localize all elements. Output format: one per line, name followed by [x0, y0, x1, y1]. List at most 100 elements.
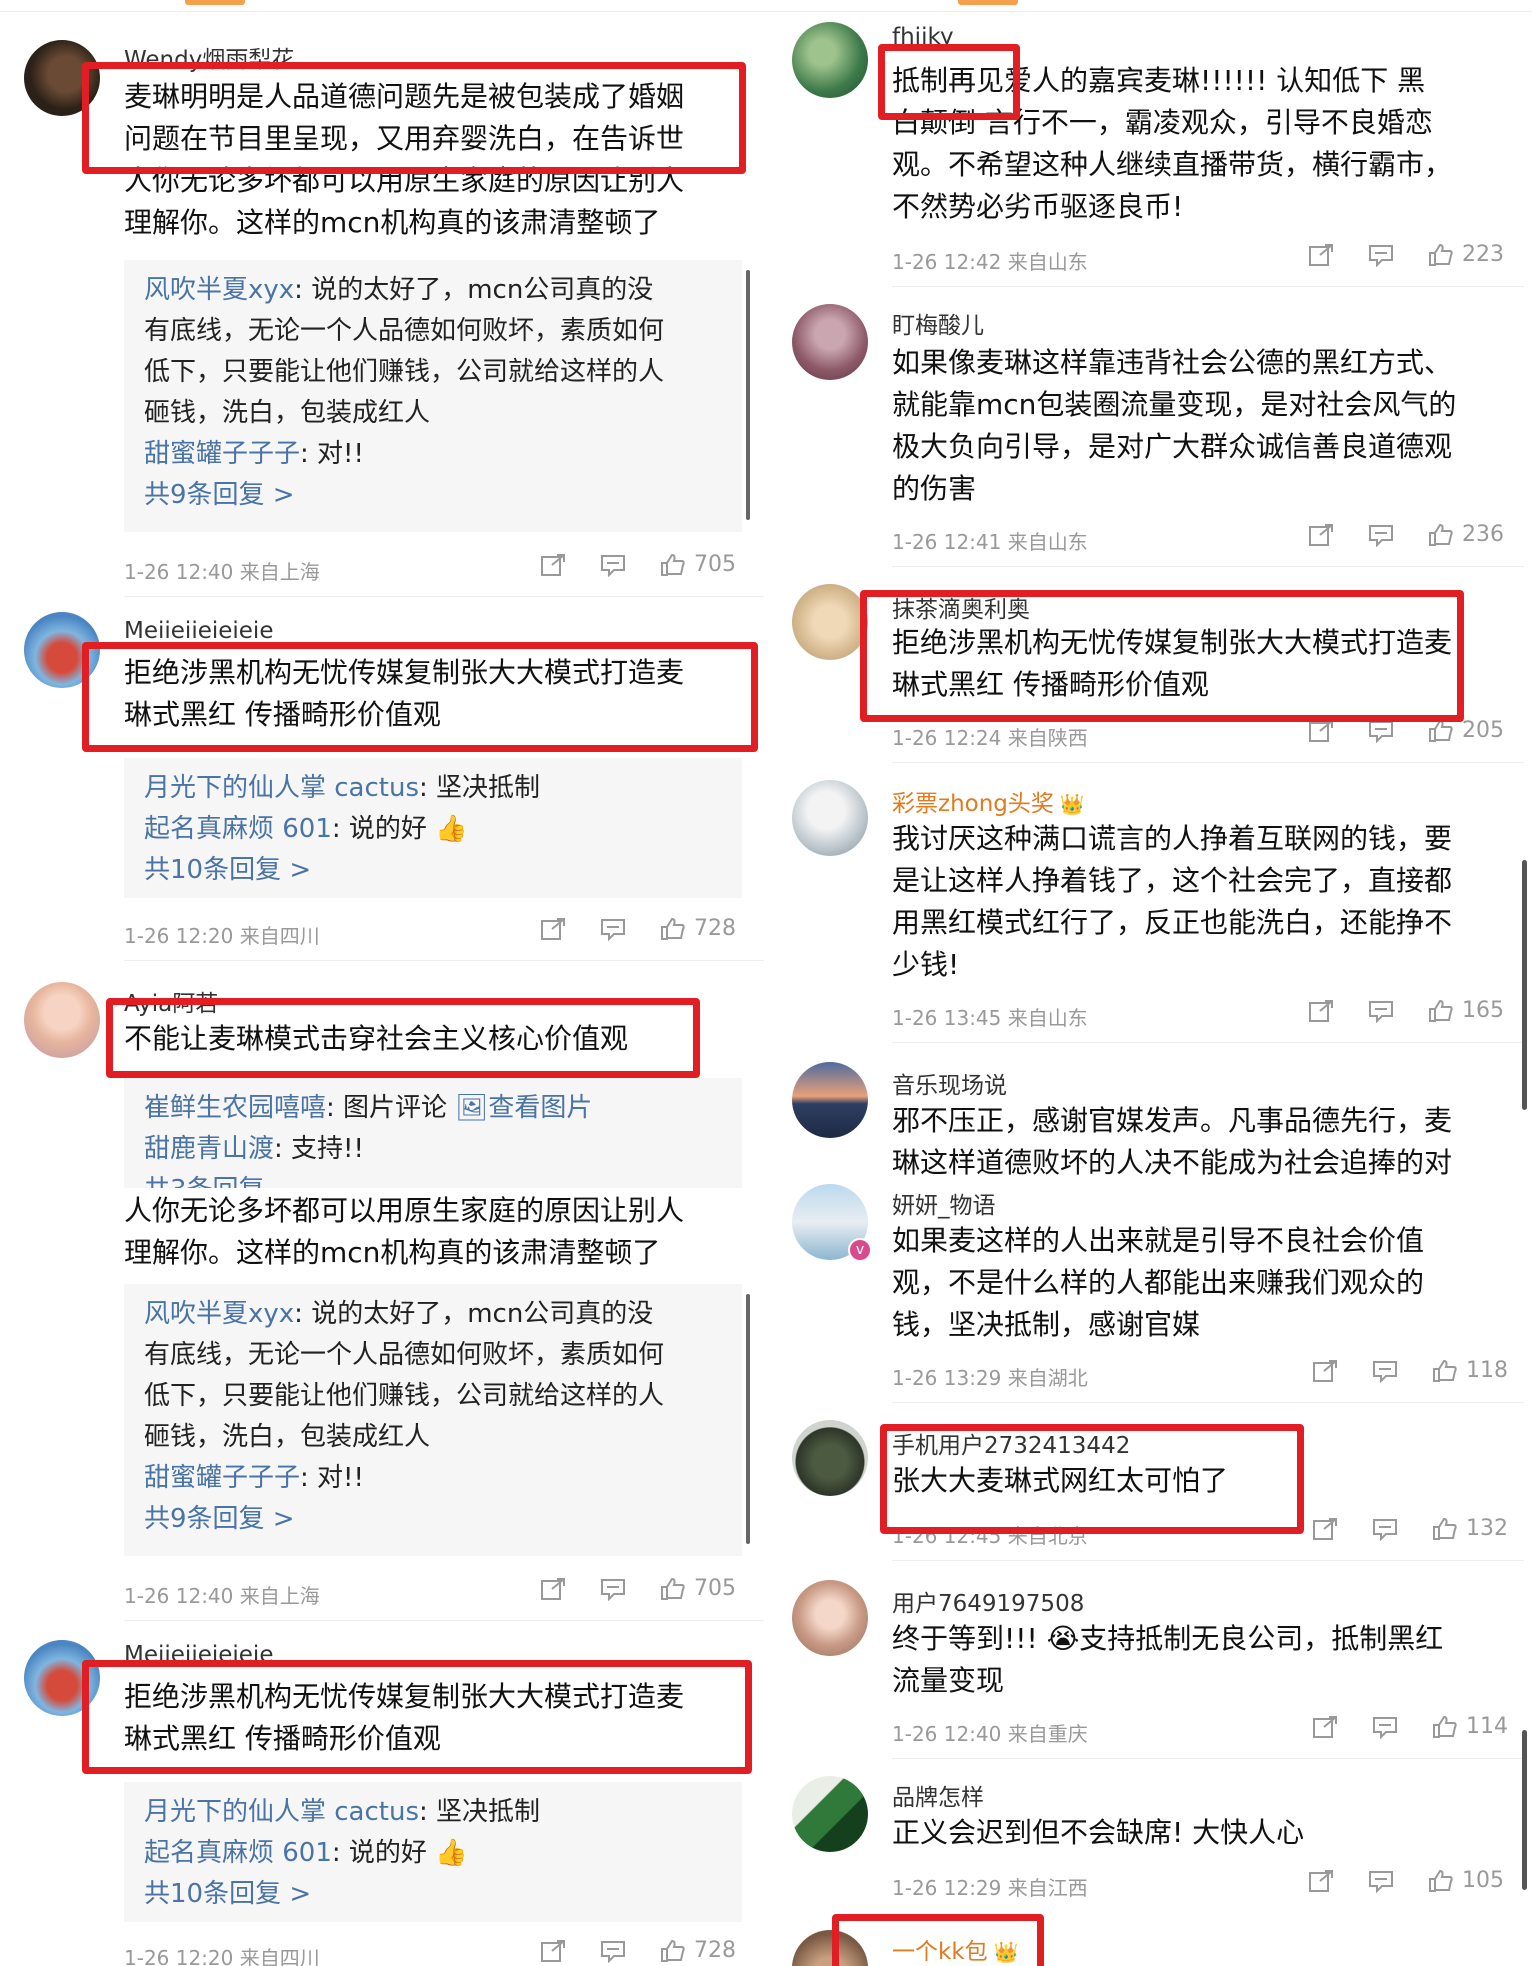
reply-username[interactable]: 起名真麻烦 601 [144, 1838, 332, 1868]
avatar[interactable] [792, 1062, 868, 1138]
share-icon[interactable] [1308, 719, 1334, 743]
like-button[interactable]: 728 [660, 916, 736, 941]
comment-username[interactable]: 一个kk包 👑 [892, 1932, 1019, 1966]
page-scrollbar[interactable] [1522, 1730, 1527, 1890]
share-icon[interactable] [540, 1577, 566, 1601]
avatar[interactable] [792, 1580, 868, 1656]
share-icon[interactable] [1308, 243, 1334, 267]
comment-username[interactable]: 妍妍_物语 [892, 1186, 996, 1220]
share-icon[interactable] [1312, 1517, 1338, 1541]
comment-icon[interactable] [1372, 1359, 1398, 1383]
page-scrollbar[interactable] [1522, 860, 1527, 1110]
avatar[interactable] [792, 1930, 868, 1966]
like-button[interactable]: 165 [1428, 998, 1504, 1023]
reply-box[interactable]: 风吹半夏xyx: 说的太好了，mcn公司真的没 有底线，无论一个人品德如何败坏，… [124, 260, 750, 532]
reply-username[interactable]: 甜鹿青山渡 [144, 1134, 274, 1164]
reply-item[interactable]: 风吹半夏xyx: 说的太好了，mcn公司真的没 [144, 270, 722, 311]
reply-username[interactable]: 月光下的仙人掌 cactus [144, 1797, 419, 1827]
reply-item[interactable]: 起名真麻烦 601: 说的好 👍 [144, 1833, 722, 1874]
reply-username[interactable]: 风吹半夏xyx [144, 1299, 294, 1329]
comment-username[interactable]: fhiiky [892, 24, 954, 50]
like-button[interactable]: 236 [1428, 522, 1504, 547]
share-icon[interactable] [1312, 1715, 1338, 1739]
reply-item[interactable]: 月光下的仙人掌 cactus: 坚决抵制 [144, 1792, 722, 1833]
reply-item[interactable]: 甜蜜罐子子子: 对!! [144, 1458, 722, 1499]
comment-icon[interactable] [600, 1577, 626, 1601]
reply-item[interactable]: 甜鹿青山渡: 支持!! [144, 1129, 722, 1170]
comment-icon[interactable] [1368, 1869, 1394, 1893]
reply-username[interactable]: 甜蜜罐子子子 [144, 1463, 300, 1493]
avatar[interactable] [24, 1640, 100, 1716]
more-replies-link[interactable]: 共9条回复 > [144, 475, 722, 516]
comment-icon[interactable] [1368, 719, 1394, 743]
username-text[interactable]: 一个kk包 [892, 1939, 988, 1965]
reply-username[interactable]: 起名真麻烦 601 [144, 814, 332, 844]
avatar[interactable] [24, 40, 100, 116]
reply-item[interactable]: 月光下的仙人掌 cactus: 坚决抵制 [144, 768, 722, 809]
avatar[interactable] [24, 982, 100, 1058]
reply-scrollbar[interactable] [746, 1294, 750, 1544]
like-button[interactable]: 132 [1432, 1516, 1508, 1541]
comment-username[interactable]: 用户7649197508 [892, 1584, 1084, 1618]
comment-username[interactable]: Ayia阿若 [124, 984, 218, 1018]
comment-username[interactable]: 抹茶滴奥利奥 [892, 590, 1030, 624]
like-button[interactable]: 118 [1432, 1358, 1508, 1383]
avatar[interactable] [792, 304, 868, 380]
reply-box[interactable]: 风吹半夏xyx: 说的太好了，mcn公司真的没 有底线，无论一个人品德如何败坏，… [124, 1284, 750, 1556]
more-replies-link[interactable]: 共3条回复 [144, 1170, 722, 1188]
reply-username[interactable]: 月光下的仙人掌 cactus [144, 773, 419, 803]
comment-icon[interactable] [1368, 999, 1394, 1023]
like-button[interactable]: 705 [660, 552, 736, 577]
share-icon[interactable] [1312, 1359, 1338, 1383]
share-icon[interactable] [1308, 523, 1334, 547]
view-image-link[interactable]: 查看图片 [488, 1093, 592, 1123]
reply-item[interactable]: 风吹半夏xyx: 说的太好了，mcn公司真的没 [144, 1294, 722, 1335]
comment-username[interactable]: 彩票zhong头奖 👑 [892, 784, 1085, 818]
comment-icon[interactable] [600, 1939, 626, 1963]
avatar[interactable] [792, 584, 868, 660]
comment-username[interactable]: Meiieiieieieie [124, 1642, 273, 1668]
share-icon[interactable] [1308, 999, 1334, 1023]
comment-icon[interactable] [600, 553, 626, 577]
comment-username[interactable]: Meiieiieieieie [124, 618, 273, 644]
like-button[interactable]: 705 [660, 1576, 736, 1601]
like-button[interactable]: 223 [1428, 242, 1504, 267]
reply-box[interactable]: 崔鲜生农园嘻嘻: 图片评论 🖼查看图片 甜鹿青山渡: 支持!! 共3条回复 [124, 1078, 742, 1188]
comment-icon[interactable] [1372, 1517, 1398, 1541]
avatar[interactable] [792, 1420, 868, 1496]
reply-box[interactable]: 月光下的仙人掌 cactus: 坚决抵制 起名真麻烦 601: 说的好 👍 共1… [124, 758, 742, 898]
like-button[interactable]: 114 [1432, 1714, 1508, 1739]
share-icon[interactable] [540, 1939, 566, 1963]
reply-item[interactable]: 崔鲜生农园嘻嘻: 图片评论 🖼查看图片 [144, 1088, 722, 1129]
more-replies-link[interactable]: 共9条回复 > [144, 1499, 722, 1540]
comment-username[interactable]: 盯梅酸儿 [892, 306, 984, 340]
reply-item[interactable]: 起名真麻烦 601: 说的好 👍 [144, 809, 722, 850]
like-button[interactable]: 728 [660, 1938, 736, 1963]
avatar[interactable] [792, 22, 868, 98]
comment-username[interactable]: Wendy烟雨梨花 [124, 40, 294, 74]
more-replies-link[interactable]: 共10条回复 > [144, 850, 722, 891]
like-button[interactable]: 205 [1428, 718, 1504, 743]
share-icon[interactable] [540, 917, 566, 941]
reply-item[interactable]: 甜蜜罐子子子: 对!! [144, 434, 722, 475]
comment-icon[interactable] [1368, 243, 1394, 267]
username-text[interactable]: 彩票zhong头奖 [892, 791, 1054, 817]
comment-username[interactable]: 音乐现场说 [892, 1066, 1007, 1100]
reply-username[interactable]: 甜蜜罐子子子 [144, 439, 300, 469]
share-icon[interactable] [540, 553, 566, 577]
reply-box[interactable]: 月光下的仙人掌 cactus: 坚决抵制 起名真麻烦 601: 说的好 👍 共1… [124, 1782, 742, 1922]
comment-username[interactable]: 手机用户2732413442 [892, 1426, 1130, 1460]
reply-username[interactable]: 崔鲜生农园嘻嘻 [144, 1093, 326, 1123]
avatar[interactable] [24, 612, 100, 688]
more-replies-link[interactable]: 共10条回复 > [144, 1874, 722, 1915]
comment-username[interactable]: 品牌怎样 [892, 1778, 984, 1812]
reply-scrollbar[interactable] [746, 270, 750, 520]
share-icon[interactable] [1308, 1869, 1334, 1893]
comment-icon[interactable] [600, 917, 626, 941]
reply-username[interactable]: 风吹半夏xyx [144, 275, 294, 305]
like-button[interactable]: 105 [1428, 1868, 1504, 1893]
comment-icon[interactable] [1372, 1715, 1398, 1739]
avatar[interactable] [792, 780, 868, 856]
comment-icon[interactable] [1368, 523, 1394, 547]
avatar[interactable] [792, 1776, 868, 1852]
